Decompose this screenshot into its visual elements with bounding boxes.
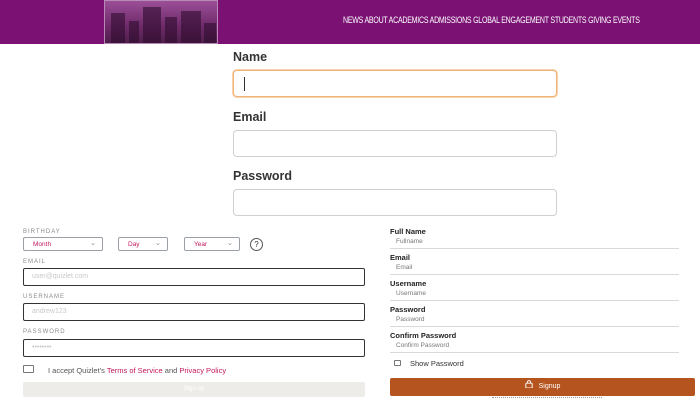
username-label-left: USERNAME <box>23 294 66 300</box>
username-input-right[interactable]: Username <box>396 290 426 297</box>
chevron-down-icon: ⌄ <box>155 240 161 247</box>
divider <box>390 274 679 275</box>
month-value: Month <box>33 241 52 248</box>
divider <box>390 352 679 353</box>
signup-button-label: Signup <box>538 383 561 390</box>
name-input[interactable] <box>233 70 557 97</box>
show-password-checkbox[interactable] <box>394 360 401 366</box>
day-value: Day <box>128 241 140 248</box>
year-value: Year <box>194 241 208 248</box>
email-label: Email <box>233 110 267 124</box>
fullname-input[interactable]: Fullname <box>396 238 423 245</box>
name-label: Name <box>233 50 268 64</box>
email-label-right: Email <box>390 253 411 262</box>
divider <box>390 326 679 327</box>
and-text: and <box>164 366 178 375</box>
password-label-left: PASSWORD <box>23 329 66 335</box>
terms-link[interactable]: Terms of Service <box>107 366 163 375</box>
accept-terms-text: I accept Quizlet's Terms of Service and … <box>48 366 226 375</box>
lock-icon <box>524 378 533 396</box>
password-label-right: Password <box>390 305 426 314</box>
divider <box>390 248 679 249</box>
confirm-password-input[interactable]: Confirm Password <box>396 342 449 349</box>
chevron-down-icon: ⌄ <box>227 240 233 247</box>
signup-button[interactable]: Signup <box>390 378 695 396</box>
text-caret <box>244 77 245 91</box>
month-select[interactable]: Month ⌄ <box>23 237 103 251</box>
username-label-right: Username <box>390 279 427 288</box>
day-select[interactable]: Day ⌄ <box>118 237 168 251</box>
privacy-link[interactable]: Privacy Policy <box>179 366 226 375</box>
show-password-label: Show Password <box>410 359 464 368</box>
top-banner: NEWS ABOUT ACADEMICS ADMISSIONS GLOBAL E… <box>0 0 700 44</box>
birthday-label: BIRTHDAY <box>23 229 61 235</box>
confirm-password-label: Confirm Password <box>390 331 457 340</box>
sign-up-button-left[interactable]: Sign up <box>23 382 365 397</box>
accept-prefix: I accept Quizlet's <box>48 366 105 375</box>
divider <box>390 300 679 301</box>
email-field-left[interactable]: user@quizlet.com <box>23 268 365 286</box>
chevron-down-icon: ⌄ <box>90 240 96 247</box>
username-field-left[interactable]: andrew123 <box>23 303 365 321</box>
password-input-right[interactable]: Password <box>396 316 425 323</box>
password-label: Password <box>233 169 293 183</box>
campus-photo <box>104 0 218 44</box>
password-input[interactable] <box>233 189 557 216</box>
email-input-right[interactable]: Email <box>396 264 412 271</box>
page: NEWS ABOUT ACADEMICS ADMISSIONS GLOBAL E… <box>0 0 700 400</box>
accept-terms-checkbox[interactable] <box>23 365 34 373</box>
fullname-label: Full Name <box>390 227 426 236</box>
year-select[interactable]: Year ⌄ <box>184 237 240 251</box>
email-input[interactable] <box>233 130 557 157</box>
main-nav[interactable]: NEWS ABOUT ACADEMICS ADMISSIONS GLOBAL E… <box>343 15 640 25</box>
password-field-left[interactable]: •••••••• <box>23 339 365 357</box>
help-icon[interactable]: ? <box>250 238 263 251</box>
email-label-left: EMAIL <box>23 259 47 265</box>
